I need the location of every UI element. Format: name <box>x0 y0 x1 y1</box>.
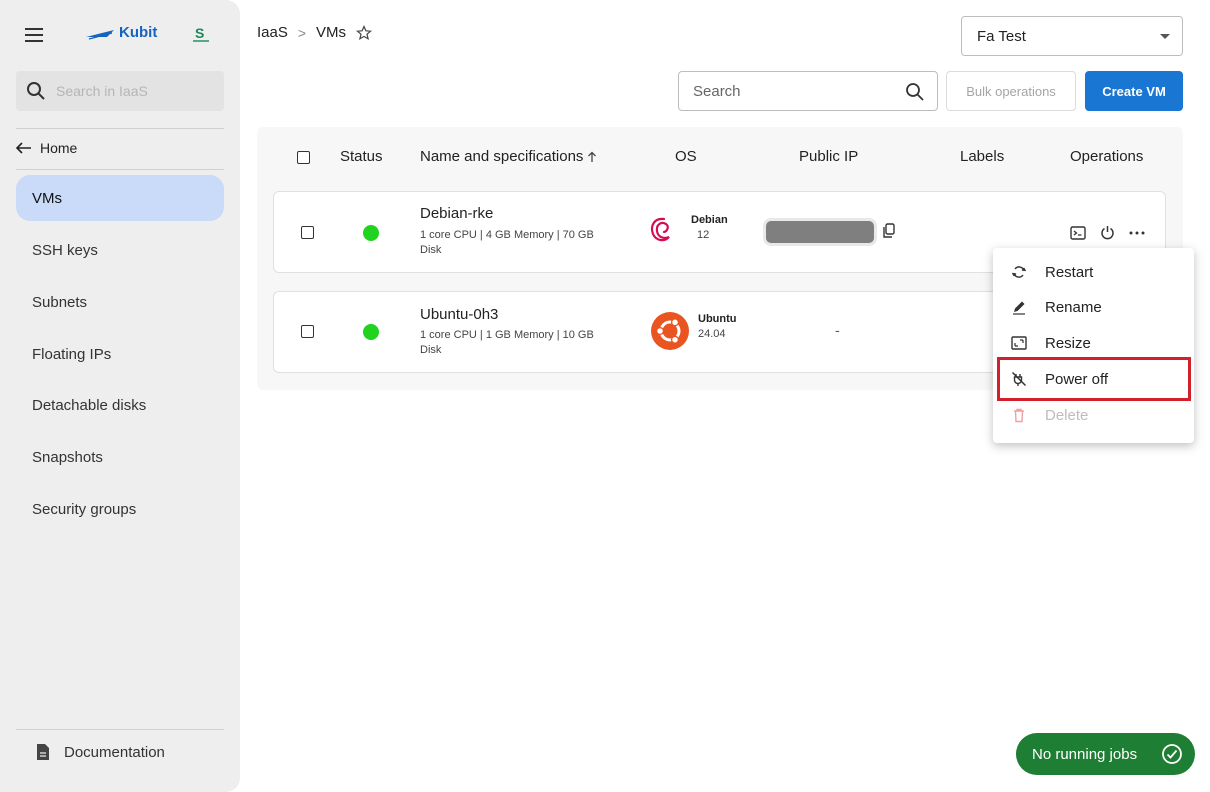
breadcrumb-root[interactable]: IaaS <box>257 24 288 41</box>
sidebar-item-detachable-disks[interactable]: Detachable disks <box>16 382 224 428</box>
search-icon[interactable] <box>905 82 925 102</box>
power-off-highlight <box>997 357 1191 401</box>
menu-item-label: Restart <box>1045 263 1094 281</box>
menu-item-label: Delete <box>1045 406 1089 424</box>
menu-item-rename[interactable]: Rename <box>993 290 1194 324</box>
sidebar-divider <box>16 729 224 730</box>
logo-text: Kubit <box>119 24 158 41</box>
operations-menu: Restart Rename Resize Power off Delete <box>993 248 1194 443</box>
search-icon <box>27 82 45 100</box>
sidebar-divider <box>16 169 224 170</box>
sidebar: Kubit S Home VMs SSH keys Subnets Floati… <box>0 0 240 792</box>
home-link[interactable]: Home <box>16 137 77 159</box>
header-status: Status <box>340 148 383 165</box>
menu-item-resize[interactable]: Resize <box>993 326 1194 360</box>
vm-spec-line: 1 core CPU | 4 GB Memory | 70 GB <box>420 229 594 241</box>
menu-item-label: Rename <box>1045 298 1102 316</box>
sidebar-search[interactable] <box>16 71 224 111</box>
document-icon <box>37 744 49 760</box>
jobs-status-button[interactable]: No running jobs <box>1016 733 1195 775</box>
header-public-ip: Public IP <box>799 148 859 165</box>
home-label: Home <box>40 140 78 156</box>
project-select-value: Fa Test <box>977 27 1026 45</box>
public-ip-redacted <box>766 221 874 243</box>
header-labels: Labels <box>960 148 1005 165</box>
vm-search-input[interactable] <box>693 72 893 110</box>
sidebar-item-security-groups[interactable]: Security groups <box>16 486 224 532</box>
ubuntu-logo-icon <box>651 312 689 350</box>
sidebar-item-label: VMs <box>32 189 62 207</box>
sidebar-header: Kubit S <box>0 0 240 68</box>
vm-name[interactable]: Ubuntu-0h3 <box>420 306 498 323</box>
header-name[interactable]: Name and specifications <box>420 148 597 165</box>
vm-name[interactable]: Debian-rke <box>420 205 493 222</box>
sidebar-item-subnets[interactable]: Subnets <box>16 279 224 325</box>
more-horizontal-icon[interactable] <box>1129 231 1145 235</box>
copy-icon[interactable] <box>882 223 896 239</box>
documentation-label: Documentation <box>64 743 165 761</box>
row-checkbox[interactable] <box>301 325 314 338</box>
sidebar-search-input[interactable] <box>56 71 216 111</box>
sidebar-item-label: Detachable disks <box>32 396 147 414</box>
documentation-link[interactable]: Documentation <box>16 738 165 766</box>
vm-spec-line: 1 core CPU | 1 GB Memory | 10 GB <box>420 329 594 341</box>
breadcrumb-current: VMs <box>316 24 347 41</box>
menu-item-restart[interactable]: Restart <box>993 255 1194 289</box>
sidebar-item-snapshots[interactable]: Snapshots <box>16 434 224 480</box>
status-indicator <box>363 225 379 241</box>
star-icon[interactable] <box>356 24 373 41</box>
os-name: Debian <box>691 214 728 226</box>
sidebar-item-vms[interactable]: VMs <box>16 175 224 221</box>
arrow-left-icon <box>16 142 31 154</box>
resize-icon <box>1011 336 1027 350</box>
debian-logo-icon <box>650 217 670 242</box>
select-all-checkbox[interactable] <box>297 151 310 164</box>
vm-specs: 1 core CPU | 1 GB Memory | 10 GB Disk <box>420 328 620 358</box>
menu-item-delete: Delete <box>993 398 1194 432</box>
vm-specs: 1 core CPU | 4 GB Memory | 70 GB Disk <box>420 228 620 258</box>
vm-spec-line: Disk <box>420 244 442 256</box>
vm-spec-line: Disk <box>420 344 442 356</box>
sidebar-item-label: Floating IPs <box>32 345 112 363</box>
partner-logo-icon: S <box>190 24 212 46</box>
sidebar-item-label: SSH keys <box>32 241 98 259</box>
restart-icon <box>1011 266 1027 278</box>
sidebar-item-ssh-keys[interactable]: SSH keys <box>16 227 224 273</box>
sidebar-item-label: Security groups <box>32 500 137 518</box>
breadcrumb-separator: > <box>297 24 307 41</box>
status-indicator <box>363 324 379 340</box>
sidebar-item-label: Subnets <box>32 293 88 311</box>
header-os: OS <box>675 148 697 165</box>
chevron-down-icon <box>1160 34 1170 39</box>
kubit-boat-icon <box>86 29 114 40</box>
kubit-logo[interactable]: Kubit <box>85 24 157 41</box>
sidebar-item-floating-ips[interactable]: Floating IPs <box>16 331 224 377</box>
header-name-label: Name and specifications <box>420 148 584 165</box>
trash-icon <box>1014 408 1024 423</box>
os-version: 24.04 <box>698 328 726 340</box>
public-ip-value: - <box>835 322 840 338</box>
header-operations: Operations <box>1070 148 1144 165</box>
project-select[interactable]: Fa Test <box>961 16 1183 56</box>
sidebar-item-label: Snapshots <box>32 448 103 466</box>
row-checkbox[interactable] <box>301 226 314 239</box>
check-circle-icon <box>1162 744 1182 764</box>
pencil-icon <box>1013 301 1025 315</box>
jobs-label: No running jobs <box>1032 745 1138 763</box>
sidebar-divider <box>16 128 224 129</box>
console-icon[interactable] <box>1070 226 1086 240</box>
bulk-operations-button[interactable]: Bulk operations <box>946 71 1076 111</box>
os-version: 12 <box>697 229 710 241</box>
os-name: Ubuntu <box>698 313 737 325</box>
power-icon[interactable] <box>1100 225 1115 240</box>
svg-text:S: S <box>195 25 204 41</box>
create-vm-button[interactable]: Create VM <box>1085 71 1183 111</box>
menu-toggle-icon[interactable] <box>25 28 43 42</box>
menu-item-label: Resize <box>1045 334 1091 352</box>
vm-search[interactable] <box>678 71 938 111</box>
breadcrumb: IaaS > VMs <box>257 24 373 41</box>
sort-ascending-icon <box>588 151 597 162</box>
